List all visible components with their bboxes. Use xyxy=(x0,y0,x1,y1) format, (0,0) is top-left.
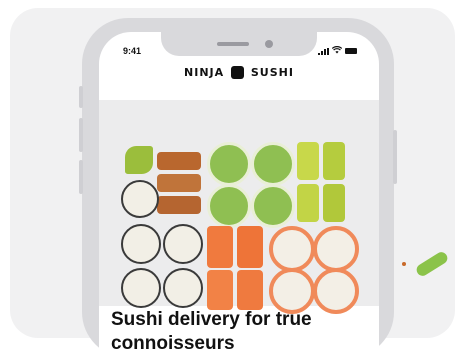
sushi-roll-icon xyxy=(231,65,245,79)
phone-side-button xyxy=(79,86,83,108)
avocado-roll xyxy=(251,184,295,228)
camera-icon xyxy=(265,40,273,48)
avocado-roll xyxy=(207,184,251,228)
avocado-slice xyxy=(323,142,345,180)
salmon-nigiri xyxy=(237,270,263,310)
logo-text-left: NINJA xyxy=(184,66,225,79)
sushi-roll xyxy=(163,268,203,308)
avocado-roll xyxy=(207,142,251,186)
signal-icon xyxy=(318,47,329,55)
sushi-roll xyxy=(121,268,161,308)
sushi-photo xyxy=(99,100,379,314)
wasabi xyxy=(125,146,153,174)
salmon-roll xyxy=(313,226,359,272)
salmon-nigiri xyxy=(207,270,233,310)
phone-volume-down-button xyxy=(79,160,83,194)
avocado-slice xyxy=(323,184,345,222)
avocado-roll xyxy=(251,142,295,186)
phone-power-button xyxy=(393,130,397,184)
status-time: 9:41 xyxy=(123,46,142,56)
sushi-roll xyxy=(121,224,161,264)
phone-volume-up-button xyxy=(79,118,83,152)
phone-screen: 9:41 NINJA SUSHI Sushi delivery for true… xyxy=(99,32,379,362)
wifi-icon xyxy=(331,46,343,56)
decorative-crumb xyxy=(402,262,406,266)
phone-notch xyxy=(161,32,317,56)
salmon-nigiri xyxy=(237,226,263,268)
eel-roll xyxy=(157,152,201,170)
hero-headline: Sushi delivery for true connoisseurs xyxy=(111,309,312,354)
sushi-roll xyxy=(163,224,203,264)
brand-logo[interactable]: NINJA SUSHI xyxy=(99,65,379,80)
salmon-roll xyxy=(269,226,315,272)
salmon-nigiri xyxy=(207,226,233,268)
eel-roll xyxy=(157,174,201,192)
status-icons xyxy=(318,46,357,56)
avocado-slice xyxy=(297,142,319,180)
battery-icon xyxy=(345,48,357,54)
eel-roll xyxy=(157,196,201,214)
sushi-roll xyxy=(121,180,159,218)
speaker-grille xyxy=(217,42,249,46)
logo-text-right: SUSHI xyxy=(250,66,294,79)
avocado-slice xyxy=(297,184,319,222)
